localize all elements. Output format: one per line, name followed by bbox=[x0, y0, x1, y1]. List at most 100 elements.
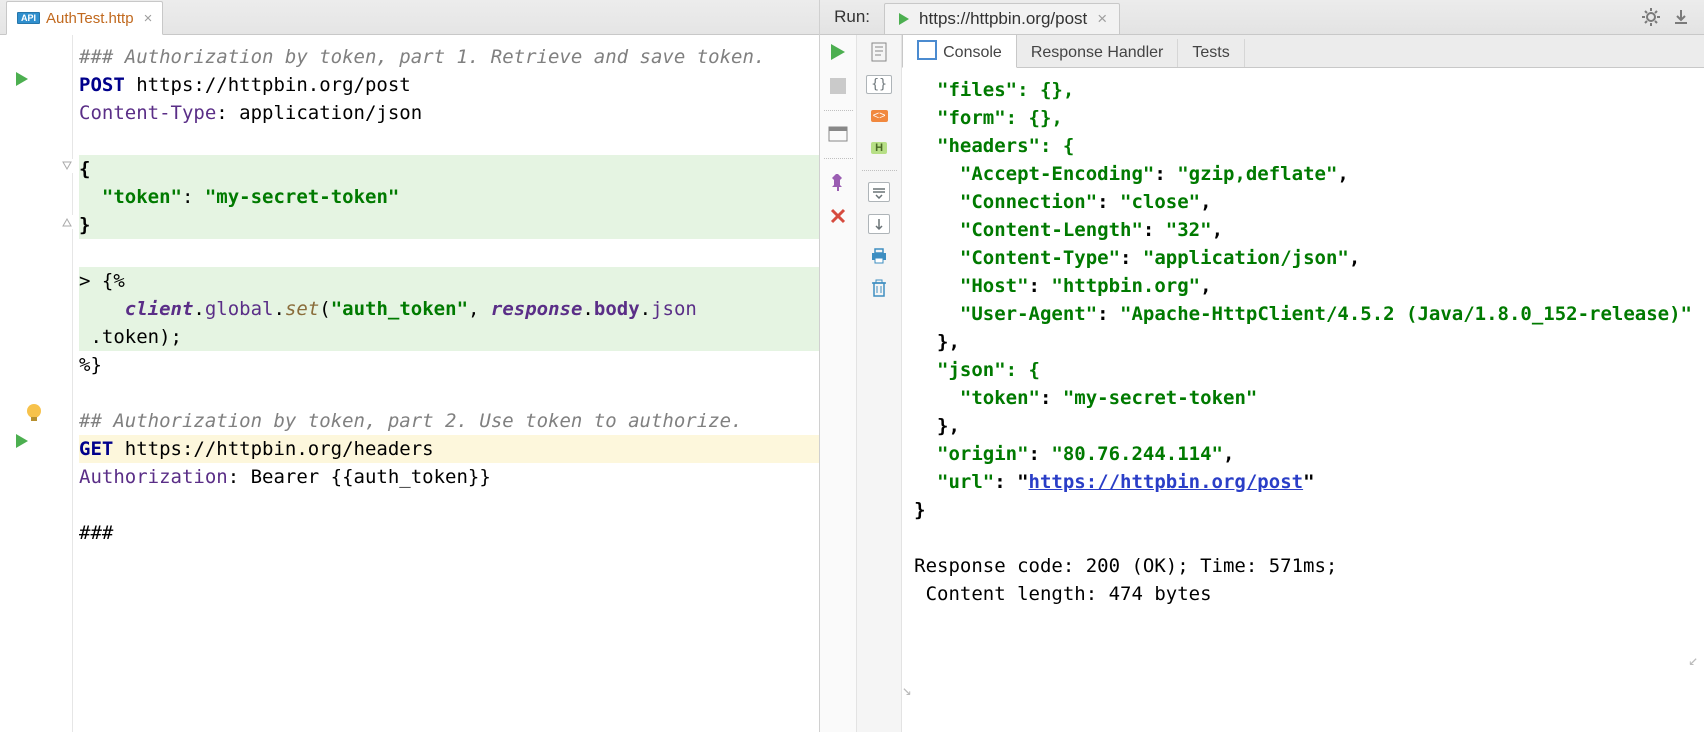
run-body: {} <> H Console Response Handler Tests "… bbox=[820, 35, 1704, 732]
rerun-icon[interactable] bbox=[824, 41, 852, 63]
tab-label: Console bbox=[943, 44, 1002, 61]
pin-icon[interactable] bbox=[824, 171, 852, 193]
json-val: "application/json" bbox=[1143, 247, 1349, 269]
separator bbox=[824, 109, 853, 111]
indent bbox=[79, 298, 125, 320]
json-value: "my-secret-token" bbox=[205, 186, 399, 208]
trash-icon[interactable] bbox=[865, 277, 893, 299]
status-line: Content length: 474 bytes bbox=[926, 583, 1212, 605]
editor-gutter bbox=[0, 35, 73, 732]
print-icon[interactable] bbox=[865, 245, 893, 267]
paren: ( bbox=[319, 298, 330, 320]
js-arg: "auth_token" bbox=[331, 298, 468, 320]
dot: . bbox=[193, 298, 204, 320]
separator bbox=[824, 157, 853, 159]
run-header-tools bbox=[1642, 8, 1704, 26]
run-label: Run: bbox=[820, 7, 884, 27]
json-close-brace: } bbox=[79, 214, 90, 236]
tab-console[interactable]: Console bbox=[902, 34, 1017, 68]
http-header-name: Content-Type bbox=[79, 102, 216, 124]
json-line: "files": {}, bbox=[914, 79, 1074, 101]
json-val: "80.76.244.114" bbox=[1051, 443, 1223, 465]
code-text[interactable]: ### Authorization by token, part 1. Retr… bbox=[73, 35, 819, 732]
json-val: "32" bbox=[1166, 219, 1212, 241]
json-line: }, bbox=[914, 331, 960, 353]
run-config-tab[interactable]: https://httpbin.org/post × bbox=[884, 3, 1120, 35]
js-json: json bbox=[651, 298, 697, 320]
json-open-brace: { bbox=[79, 158, 90, 180]
script-close: %} bbox=[79, 354, 102, 376]
tab-label: Response Handler bbox=[1031, 44, 1164, 61]
gear-icon[interactable] bbox=[1642, 8, 1660, 26]
intention-bulb-icon[interactable] bbox=[24, 403, 44, 423]
play-icon bbox=[897, 12, 911, 26]
status-line: Response code: 200 (OK); Time: 571ms; bbox=[914, 555, 1337, 577]
dot: . bbox=[640, 298, 651, 320]
run-tab-name: https://httpbin.org/post bbox=[919, 9, 1087, 29]
json-line: "form": {}, bbox=[914, 107, 1063, 129]
editor-tab-authtest[interactable]: API AuthTest.http × bbox=[6, 1, 163, 35]
separator bbox=[862, 169, 897, 171]
js-set: set bbox=[285, 298, 319, 320]
http-method: POST bbox=[79, 74, 125, 96]
run-toolbar-left bbox=[820, 35, 857, 732]
comment-post: Authorization by token, part 2. Use toke… bbox=[102, 410, 743, 432]
close-session-icon[interactable] bbox=[824, 205, 852, 227]
console-output[interactable]: "files": {}, "form": {}, "headers": { "A… bbox=[902, 68, 1704, 732]
console-toolbar: {} <> H bbox=[857, 35, 902, 732]
text-icon[interactable] bbox=[865, 41, 893, 63]
json-format-icon[interactable]: {} bbox=[865, 73, 893, 95]
json-line: "headers": { bbox=[914, 135, 1074, 157]
tab-label: Tests bbox=[1192, 44, 1229, 61]
json-val: "close" bbox=[1120, 191, 1200, 213]
js-client: client bbox=[125, 298, 194, 320]
json-key: "Connection" bbox=[914, 191, 1097, 213]
headers-icon[interactable]: H bbox=[865, 137, 893, 159]
scroll-to-start-icon[interactable] bbox=[865, 213, 893, 235]
http-url: https://httpbin.org/headers bbox=[113, 438, 433, 460]
end-marker: ### bbox=[79, 522, 113, 544]
http-header-value: : Bearer {{auth_token}} bbox=[228, 466, 491, 488]
editor-body[interactable]: ### Authorization by token, part 1. Retr… bbox=[0, 35, 819, 732]
fold-close-icon[interactable] bbox=[60, 215, 74, 229]
json-close: } bbox=[914, 499, 925, 521]
editor-tab-bar: API AuthTest.http × bbox=[0, 0, 819, 35]
run-tool-window: Run: https://httpbin.org/post × bbox=[820, 0, 1704, 732]
run-request-icon[interactable] bbox=[14, 433, 30, 449]
response-url-link[interactable]: https://httpbin.org/post bbox=[1029, 471, 1304, 493]
ide-root: API AuthTest.http × bbox=[0, 0, 1704, 732]
close-icon[interactable]: × bbox=[1097, 9, 1107, 29]
script-continuation: .token); bbox=[79, 326, 182, 348]
http-method: GET bbox=[79, 438, 113, 460]
stop-icon[interactable] bbox=[824, 75, 852, 97]
run-header: Run: https://httpbin.org/post × bbox=[820, 0, 1704, 35]
json-key: "url" bbox=[914, 471, 994, 493]
http-header-value: : application/json bbox=[216, 102, 422, 124]
http-url: https://httpbin.org/post bbox=[125, 74, 411, 96]
json-key: "Accept-Encoding" bbox=[914, 163, 1154, 185]
output-panel: Console Response Handler Tests "files": … bbox=[902, 35, 1704, 732]
json-key: "Content-Length" bbox=[914, 219, 1143, 241]
json-val: "gzip,deflate" bbox=[1177, 163, 1337, 185]
json-key: "origin" bbox=[914, 443, 1028, 465]
json-key: "token" bbox=[914, 387, 1040, 409]
softwrap-icon: ↘ bbox=[902, 676, 912, 704]
tab-response-handler[interactable]: Response Handler bbox=[1017, 39, 1179, 67]
download-icon[interactable] bbox=[1672, 8, 1690, 26]
html-icon[interactable]: <> bbox=[865, 105, 893, 127]
http-header-name: Authorization bbox=[79, 466, 228, 488]
json-key: "token" bbox=[102, 186, 182, 208]
code-comment: ### Authorization by token, part 1. Retr… bbox=[79, 46, 765, 68]
console-icon bbox=[917, 40, 937, 60]
json-line: }, bbox=[914, 415, 960, 437]
tab-tests[interactable]: Tests bbox=[1178, 39, 1244, 67]
json-key: "User-Agent" bbox=[914, 303, 1097, 325]
softwrap-icon: ↙ bbox=[1688, 646, 1698, 674]
json-key: "Content-Type" bbox=[914, 247, 1120, 269]
close-icon[interactable]: × bbox=[144, 10, 153, 27]
scroll-to-end-icon[interactable] bbox=[865, 181, 893, 203]
run-request-icon[interactable] bbox=[14, 71, 30, 87]
fold-open-icon[interactable] bbox=[60, 159, 74, 173]
api-icon: API bbox=[17, 12, 40, 24]
layout-icon[interactable] bbox=[824, 123, 852, 145]
